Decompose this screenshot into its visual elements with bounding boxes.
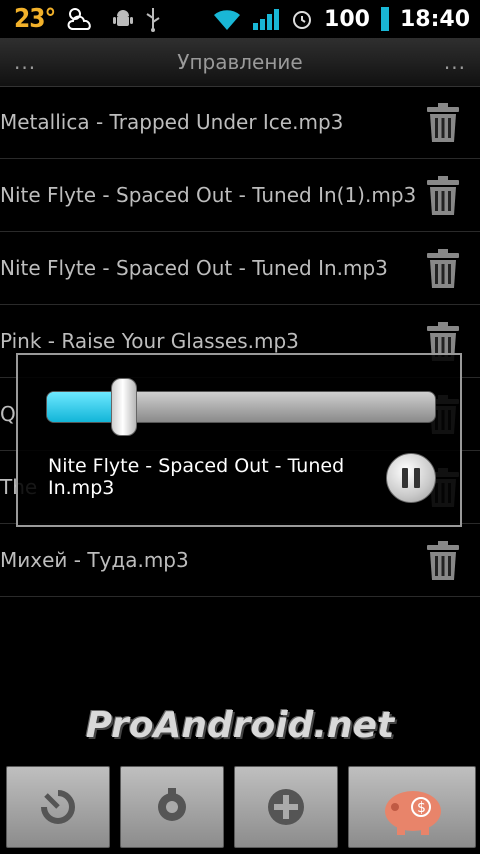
history-button[interactable] — [6, 766, 110, 848]
bottom-toolbar: $ — [0, 766, 480, 854]
list-item[interactable]: Nite Flyte - Spaced Out - Tuned In(1).mp… — [0, 159, 480, 232]
battery-icon — [380, 7, 389, 31]
battery-level: 100 — [324, 6, 370, 32]
seek-thumb[interactable] — [111, 378, 137, 436]
pause-icon — [414, 468, 420, 488]
history-icon — [41, 790, 75, 824]
player-dialog: Nite Flyte - Spaced Out - Tuned In.mp3 — [16, 353, 462, 527]
trash-icon[interactable] — [424, 540, 462, 582]
status-right: 100 18:40 — [212, 6, 480, 32]
signal-icon — [253, 9, 280, 30]
seek-slider[interactable] — [46, 391, 436, 423]
track-name: Q — [0, 402, 16, 426]
pause-icon — [402, 468, 408, 488]
usb-icon — [146, 8, 160, 32]
track-name: Михей - Туда.mp3 — [0, 548, 189, 572]
settings-icon — [158, 788, 186, 821]
now-playing-title: Nite Flyte - Spaced Out - Tuned In.mp3 — [48, 455, 345, 499]
trash-icon[interactable] — [424, 175, 462, 217]
watermark: ProAndroid.net — [85, 705, 395, 746]
list-item[interactable]: Nite Flyte - Spaced Out - Tuned In.mp3 — [0, 232, 480, 305]
track-name: Nite Flyte - Spaced Out - Tuned In.mp3 — [0, 256, 388, 280]
track-name: Nite Flyte - Spaced Out - Tuned In(1).mp… — [0, 183, 417, 207]
trash-icon[interactable] — [424, 248, 462, 290]
add-button[interactable] — [234, 766, 338, 848]
svg-text:$: $ — [417, 800, 426, 816]
status-bar: 23° 100 18:40 — [0, 0, 480, 38]
track-name: Pink - Raise Your Glasses.mp3 — [0, 329, 299, 353]
title-bar: ... Управление ... — [0, 38, 480, 87]
list-item[interactable]: Metallica - Trapped Under Ice.mp3 — [0, 86, 480, 159]
piggy-bank-icon: $ — [385, 791, 441, 835]
alarm-icon — [293, 11, 312, 29]
list-item[interactable]: Михей - Туда.mp3 — [0, 524, 480, 597]
android-icon — [113, 10, 134, 26]
settings-button[interactable] — [120, 766, 224, 848]
track-name: Metallica - Trapped Under Ice.mp3 — [0, 110, 344, 134]
wifi-icon — [214, 10, 241, 30]
add-icon — [268, 789, 304, 825]
pause-button[interactable] — [386, 453, 436, 503]
menu-right-dots[interactable]: ... — [430, 50, 480, 74]
page-title: Управление — [177, 50, 303, 74]
menu-left-dots[interactable]: ... — [0, 50, 50, 74]
temperature: 23° — [14, 4, 56, 34]
trash-icon[interactable] — [424, 102, 462, 144]
weather-icon — [67, 8, 92, 30]
status-left: 23° — [0, 4, 163, 34]
donate-button[interactable]: $ — [348, 766, 476, 848]
clock: 18:40 — [399, 6, 470, 32]
